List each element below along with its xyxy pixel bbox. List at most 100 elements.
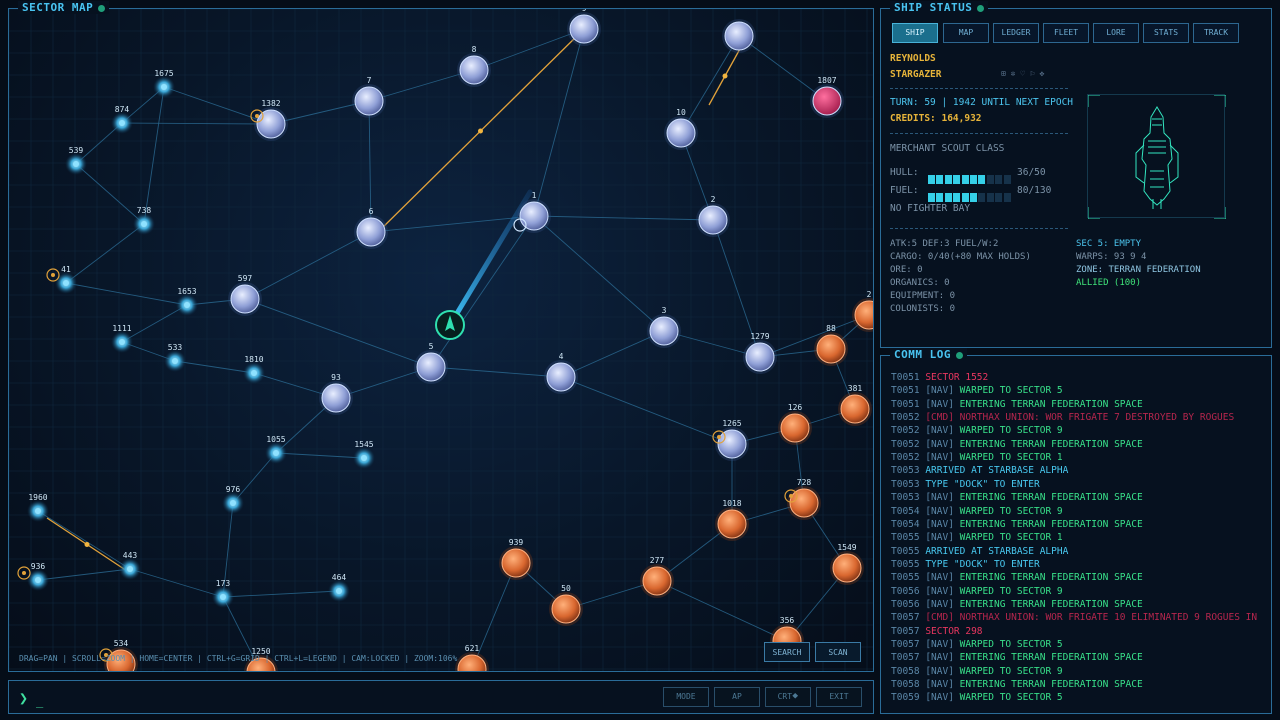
sector-node[interactable]: 9 bbox=[567, 9, 601, 46]
log-line: T0055 [NAV] ENTERING TERRAN FEDERATION S… bbox=[891, 572, 1143, 583]
tab-ledger[interactable]: LEDGER bbox=[993, 23, 1039, 43]
cargo-stats: CARGO: 0/40(+80 MAX HOLDS) bbox=[890, 252, 1031, 262]
sector-planet bbox=[416, 352, 446, 382]
comm-log-panel[interactable]: T0051 SECTOR 1552 T0051 [NAV] WARPED TO S… bbox=[880, 355, 1272, 714]
crt-toggle-button[interactable]: CRT⯁ bbox=[765, 687, 811, 707]
sector-node[interactable]: 621 bbox=[455, 644, 489, 672]
command-bar[interactable]: ❯ _ MODE AP CRT⯁ EXIT bbox=[8, 680, 874, 714]
sector-node[interactable] bbox=[722, 19, 756, 53]
sector-node[interactable]: 41 bbox=[55, 265, 77, 294]
sector-node[interactable]: 464 bbox=[328, 573, 350, 602]
sector-node[interactable]: 874 bbox=[111, 105, 133, 134]
sector-node[interactable]: 3 bbox=[647, 306, 681, 348]
sector-label: 939 bbox=[509, 538, 524, 547]
sector-node[interactable]: 1545 bbox=[353, 440, 375, 469]
starship-icon bbox=[1135, 106, 1179, 209]
log-line: T0053 ARRIVED AT STARBASE ALPHA bbox=[891, 465, 1068, 476]
sector-node[interactable]: 7 bbox=[352, 76, 386, 118]
warps-info: WARPS: 93 9 4 bbox=[1076, 252, 1147, 262]
sector-node[interactable]: 597 bbox=[228, 274, 262, 316]
sector-core bbox=[184, 302, 190, 308]
warp-lane bbox=[560, 376, 733, 445]
log-message: NORTHAX UNION: WOR FRIGATE 10 ELIMINATED… bbox=[959, 612, 1258, 624]
sector-label: 1653 bbox=[177, 287, 196, 296]
warp-lane bbox=[222, 590, 340, 598]
sector-node[interactable]: 976 bbox=[222, 485, 244, 514]
sector-planet bbox=[717, 509, 747, 539]
sector-node[interactable]: 936 bbox=[27, 562, 49, 591]
sector-node[interactable]: 443 bbox=[119, 551, 141, 580]
log-tag: [NAV] bbox=[925, 505, 960, 517]
tab-stats[interactable]: STATS bbox=[1143, 23, 1189, 43]
log-tag: [NAV] bbox=[925, 452, 960, 464]
log-timestamp: T0054 bbox=[891, 505, 926, 517]
sector-node[interactable]: 1265 bbox=[715, 419, 749, 461]
autopilot-button[interactable]: AP bbox=[714, 687, 760, 707]
route-arrow bbox=[84, 542, 90, 547]
command-input[interactable]: _ bbox=[36, 694, 43, 708]
log-message: ENTERING TERRAN FEDERATION SPACE bbox=[959, 398, 1143, 410]
log-message: WARPED TO SECTOR 1 bbox=[959, 452, 1063, 464]
sector-planet bbox=[649, 316, 679, 346]
sector-node[interactable]: 4 bbox=[544, 352, 578, 394]
sector-node[interactable]: 939 bbox=[499, 538, 533, 580]
sector-node[interactable]: 126 bbox=[778, 403, 812, 445]
tab-ship[interactable]: SHIP bbox=[892, 23, 938, 43]
scan-button[interactable]: SCAN bbox=[815, 642, 861, 662]
log-line: T0053 [NAV] ENTERING TERRAN FEDERATION S… bbox=[891, 492, 1143, 503]
sector-node[interactable]: 93 bbox=[319, 373, 353, 415]
log-message: ENTERING TERRAN FEDERATION SPACE bbox=[959, 598, 1143, 610]
mode-button[interactable]: MODE bbox=[663, 687, 709, 707]
sector-node[interactable]: 1382 bbox=[254, 99, 288, 141]
sector-node[interactable]: 1018 bbox=[715, 499, 749, 541]
sector-node[interactable]: 1279 bbox=[743, 332, 777, 374]
sector-node[interactable]: 539 bbox=[65, 146, 87, 175]
log-timestamp: T0059 bbox=[891, 692, 926, 704]
sector-label: 1810 bbox=[244, 355, 263, 364]
sector-node[interactable]: 88 bbox=[814, 324, 848, 366]
sector-map-canvas[interactable]: 16758745391382781807101 26738411653597111… bbox=[9, 9, 874, 672]
sector-node[interactable]: 1055 bbox=[265, 435, 287, 464]
allied-status: ALLIED (100) bbox=[1076, 278, 1142, 288]
sector-node[interactable]: 1653 bbox=[176, 287, 198, 316]
sector-node[interactable]: 533 bbox=[164, 343, 186, 372]
sector-node[interactable]: 1810 bbox=[243, 355, 265, 384]
sector-label: 1545 bbox=[354, 440, 373, 449]
map-controls-hint: DRAG=PAN | SCROLL=ZOOM | HOME=CENTER | C… bbox=[19, 654, 458, 663]
sector-node[interactable]: 50 bbox=[549, 584, 583, 626]
log-line: T0054 [NAV] WARPED TO SECTOR 9 bbox=[891, 506, 1063, 517]
tab-track[interactable]: TRACK bbox=[1193, 23, 1239, 43]
log-line: T0058 [NAV] ENTERING TERRAN FEDERATION S… bbox=[891, 679, 1143, 690]
warp-lane bbox=[143, 86, 165, 225]
sector-node[interactable]: 2 bbox=[696, 195, 730, 237]
sector-core bbox=[251, 370, 257, 376]
sector-node[interactable]: 1 bbox=[517, 191, 551, 233]
tab-fleet[interactable]: FLEET bbox=[1043, 23, 1089, 43]
sector-node[interactable]: 2 bbox=[852, 290, 874, 332]
sector-label: 1279 bbox=[750, 332, 769, 341]
search-button[interactable]: SEARCH bbox=[764, 642, 810, 662]
sector-map-panel[interactable]: 1675 874 539 1382 7 8 1807 10 1 2 6 738 41 1653 597 111… bbox=[8, 8, 874, 672]
log-message: WARPED TO SECTOR 1 bbox=[959, 532, 1063, 544]
sector-node[interactable]: 1960 bbox=[27, 493, 49, 522]
log-message: ENTERING TERRAN FEDERATION SPACE bbox=[959, 572, 1143, 584]
warp-lane bbox=[533, 215, 714, 221]
sector-node[interactable]: 1111 bbox=[111, 324, 133, 353]
sector-core bbox=[336, 588, 342, 594]
log-timestamp: T0055 bbox=[891, 572, 926, 584]
sector-node[interactable]: 1807 bbox=[810, 76, 844, 118]
equipment-count: EQUIPMENT: 0 bbox=[890, 291, 956, 301]
sector-node[interactable]: 8 bbox=[457, 45, 491, 87]
tab-lore[interactable]: LORE bbox=[1093, 23, 1139, 43]
sector-node[interactable]: 728 bbox=[787, 478, 821, 520]
sector-node[interactable]: 173 bbox=[212, 579, 234, 608]
exit-button[interactable]: EXIT bbox=[816, 687, 862, 707]
log-line: T0053 TYPE "DOCK" TO ENTER bbox=[891, 479, 1040, 490]
sector-node[interactable]: 738 bbox=[133, 206, 155, 235]
sector-label: 443 bbox=[123, 551, 138, 560]
sector-planet bbox=[519, 201, 549, 231]
sector-label: 10 bbox=[676, 108, 686, 117]
sector-node[interactable]: 1675 bbox=[153, 69, 175, 98]
tab-map[interactable]: MAP bbox=[943, 23, 989, 43]
sector-node[interactable]: 5 bbox=[414, 342, 448, 384]
